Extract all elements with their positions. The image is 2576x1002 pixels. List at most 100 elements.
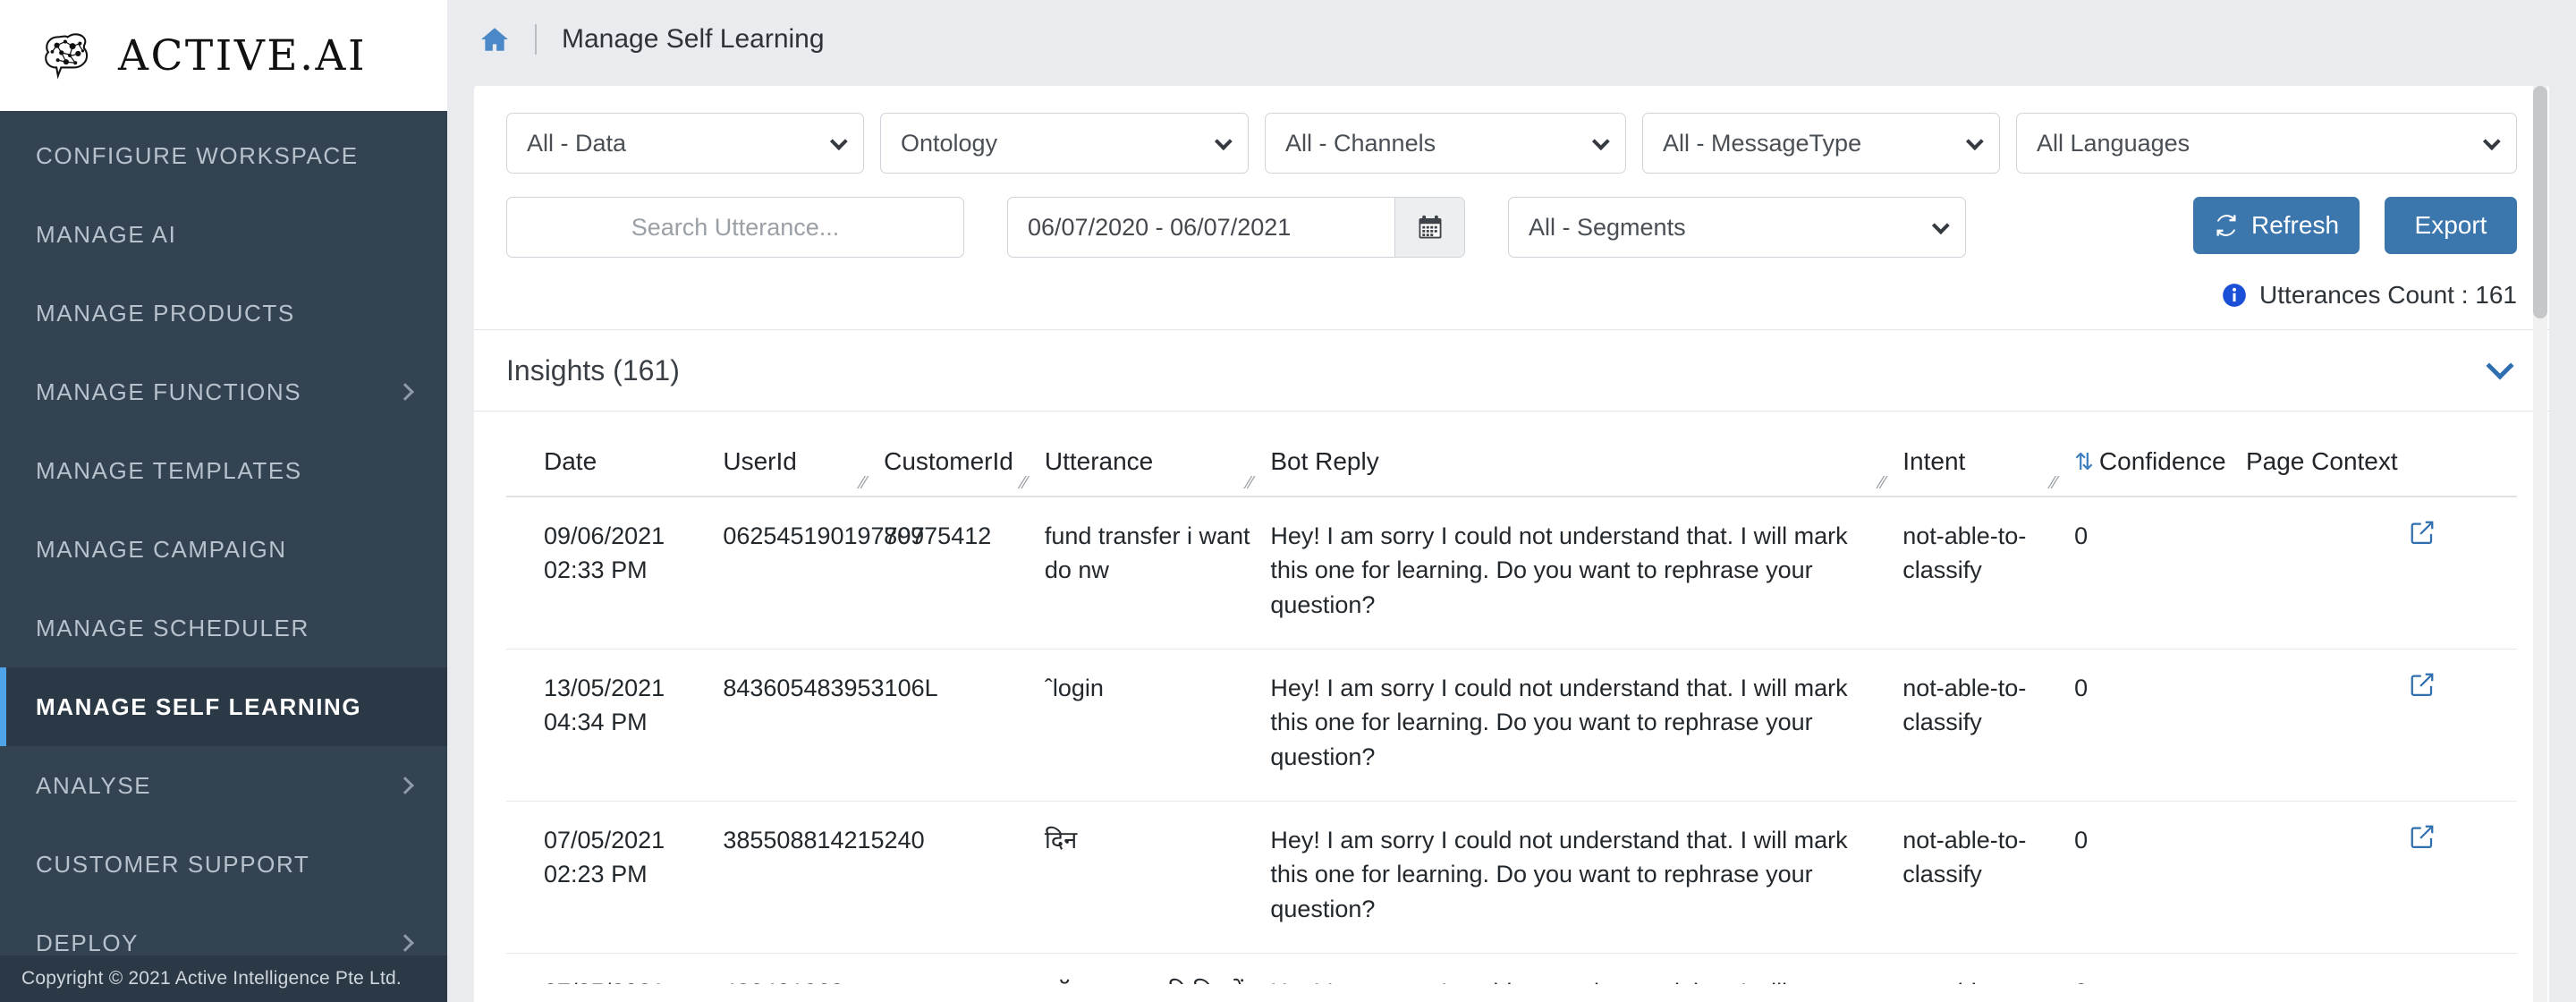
- table-row[interactable]: 07/05/2021 482401369 जॉन अब्राहम की फिल्…: [506, 953, 2517, 984]
- sidebar-item-label: MANAGE CAMPAIGN: [36, 535, 287, 563]
- table-row[interactable]: 07/05/2021 02:23 PM 385508814215240 दिन …: [506, 801, 2517, 954]
- refresh-button[interactable]: Refresh: [2193, 197, 2360, 254]
- cell-customerid: 80975412: [884, 497, 1045, 650]
- cell-confidence: 0: [2074, 953, 2246, 984]
- ontology-filter-wrap: Ontology: [880, 113, 1249, 174]
- utterances-count: Utterances Count : 161: [474, 258, 2549, 310]
- date-range-field[interactable]: 06/07/2020 - 06/07/2021: [1007, 197, 1465, 258]
- scrollbar-thumb[interactable]: [2533, 86, 2547, 318]
- column-resize-handle[interactable]: ⁄⁄: [1879, 474, 1894, 492]
- column-resize-handle[interactable]: ⁄⁄: [860, 474, 875, 492]
- info-circle-icon: [2222, 283, 2247, 308]
- column-header-userid[interactable]: UserId ⁄⁄: [723, 412, 885, 497]
- edit-square-icon[interactable]: [2409, 519, 2436, 546]
- sidebar-item-label: CONFIGURE WORKSPACE: [36, 141, 359, 169]
- ontology-filter-select[interactable]: Ontology: [880, 113, 1249, 174]
- brand-name: ACTIVE.AI: [118, 30, 368, 81]
- cell-utterance: fund transfer i want do nw: [1044, 497, 1271, 650]
- sidebar-item-label: MANAGE FUNCTIONS: [36, 378, 302, 405]
- column-label: Confidence: [2098, 447, 2226, 475]
- table-row[interactable]: 09/06/2021 02:33 PM 062545190197797 8097…: [506, 497, 2517, 650]
- cell-userid: 385508814215240: [723, 801, 925, 954]
- edit-square-icon[interactable]: [2409, 823, 2436, 850]
- sidebar-item-manage-self-learning[interactable]: MANAGE SELF LEARNING: [0, 667, 447, 746]
- app-root: ACTIVE.AI CONFIGURE WORKSPACE MANAGE AI …: [0, 0, 2576, 1002]
- breadcrumb: Manage Self Learning: [447, 0, 2576, 79]
- messagetype-filter-select[interactable]: All - MessageType: [1642, 113, 2000, 174]
- cell-userid: 062545190197797: [723, 497, 925, 650]
- sidebar-item-manage-products[interactable]: MANAGE PRODUCTS: [0, 274, 447, 352]
- sidebar-item-manage-ai[interactable]: MANAGE AI: [0, 195, 447, 274]
- column-header-action: [2408, 412, 2517, 497]
- date-range-value: 06/07/2020 - 06/07/2021: [1028, 213, 1292, 241]
- column-label: Utterance: [1044, 447, 1154, 475]
- filter-row-2: 06/07/2020 - 06/07/2021: [506, 197, 2517, 258]
- main-content: Manage Self Learning All - Data Ontology: [447, 0, 2576, 1002]
- sidebar-item-manage-campaign[interactable]: MANAGE CAMPAIGN: [0, 510, 447, 589]
- column-label: Intent: [1902, 447, 1966, 475]
- column-label: CustomerId: [884, 447, 1013, 475]
- cell-confidence: 0: [2074, 497, 2246, 650]
- sort-updown-icon[interactable]: ⇅: [2074, 448, 2094, 475]
- channels-filter-select[interactable]: All - Channels: [1265, 113, 1626, 174]
- sidebar-item-label: MANAGE SELF LEARNING: [36, 692, 362, 720]
- column-resize-handle[interactable]: ⁄⁄: [2051, 474, 2065, 492]
- chevron-down-icon[interactable]: [2486, 352, 2514, 380]
- sidebar-item-manage-templates[interactable]: MANAGE TEMPLATES: [0, 431, 447, 510]
- cell-customerid: [884, 953, 1045, 984]
- segments-filter-select[interactable]: All - Segments: [1508, 197, 1966, 258]
- languages-filter-select[interactable]: All Languages: [2016, 113, 2517, 174]
- cell-date: 13/05/2021 04:34 PM: [506, 649, 724, 802]
- sidebar-item-manage-functions[interactable]: MANAGE FUNCTIONS: [0, 352, 447, 431]
- cell-date: 07/05/2021 02:23 PM: [506, 801, 724, 954]
- column-header-bot-reply[interactable]: Bot Reply ⁄⁄: [1270, 412, 1903, 497]
- sidebar-item-analyse[interactable]: ANALYSE: [0, 746, 447, 825]
- chevron-right-icon: [396, 777, 414, 794]
- cell-userid: 482401369: [723, 953, 885, 984]
- cell-utterance: दिन: [1044, 801, 1271, 954]
- home-icon[interactable]: [479, 26, 510, 53]
- column-header-intent[interactable]: Intent ⁄⁄: [1902, 412, 2075, 497]
- cell-action: [2408, 953, 2517, 984]
- data-filter-select[interactable]: All - Data: [506, 113, 864, 174]
- insights-header[interactable]: Insights (161): [474, 329, 2549, 412]
- sidebar-item-configure-workspace[interactable]: CONFIGURE WORKSPACE: [0, 116, 447, 195]
- export-button[interactable]: Export: [2385, 197, 2517, 254]
- chevron-right-icon: [396, 383, 414, 401]
- column-header-customerid[interactable]: CustomerId ⁄⁄: [884, 412, 1045, 497]
- column-header-confidence[interactable]: ⇅ Confidence: [2074, 412, 2246, 497]
- cell-utterance: ˆlogin: [1044, 649, 1271, 802]
- utterances-count-text: Utterances Count : 161: [2259, 281, 2517, 309]
- column-resize-handle[interactable]: ⁄⁄: [1021, 474, 1036, 492]
- column-header-utterance[interactable]: Utterance ⁄⁄: [1044, 412, 1271, 497]
- brand-logo[interactable]: ACTIVE.AI: [0, 0, 447, 111]
- export-button-label: Export: [2414, 211, 2487, 239]
- cell-date: 07/05/2021: [506, 953, 724, 984]
- column-header-date[interactable]: Date: [506, 412, 724, 497]
- page-title: Manage Self Learning: [562, 24, 825, 54]
- column-header-page-context[interactable]: Page Context: [2245, 412, 2409, 497]
- data-filter-wrap: All - Data: [506, 113, 864, 174]
- brain-network-icon: [39, 26, 98, 85]
- languages-filter-wrap: All Languages: [2016, 113, 2517, 174]
- cell-userid: 843605483953106L: [723, 649, 938, 802]
- sidebar-item-label: MANAGE PRODUCTS: [36, 299, 295, 327]
- edit-square-icon[interactable]: [2409, 671, 2436, 698]
- cell-bot-reply: Hey! I am sorry I could not understand t…: [1270, 497, 1903, 650]
- calendar-icon[interactable]: [1394, 198, 1464, 257]
- search-input[interactable]: [506, 197, 964, 258]
- sidebar-item-label: MANAGE AI: [36, 220, 177, 248]
- table-body: 09/06/2021 02:33 PM 062545190197797 8097…: [506, 497, 2517, 984]
- sidebar-item-label: ANALYSE: [36, 771, 152, 799]
- segments-filter-wrap: All - Segments: [1508, 197, 1966, 258]
- sidebar-item-manage-scheduler[interactable]: MANAGE SCHEDULER: [0, 589, 447, 667]
- sidebar-item-customer-support[interactable]: CUSTOMER SUPPORT: [0, 825, 447, 904]
- column-resize-handle[interactable]: ⁄⁄: [1247, 474, 1261, 492]
- table-row[interactable]: 13/05/2021 04:34 PM 843605483953106L ˆlo…: [506, 649, 2517, 802]
